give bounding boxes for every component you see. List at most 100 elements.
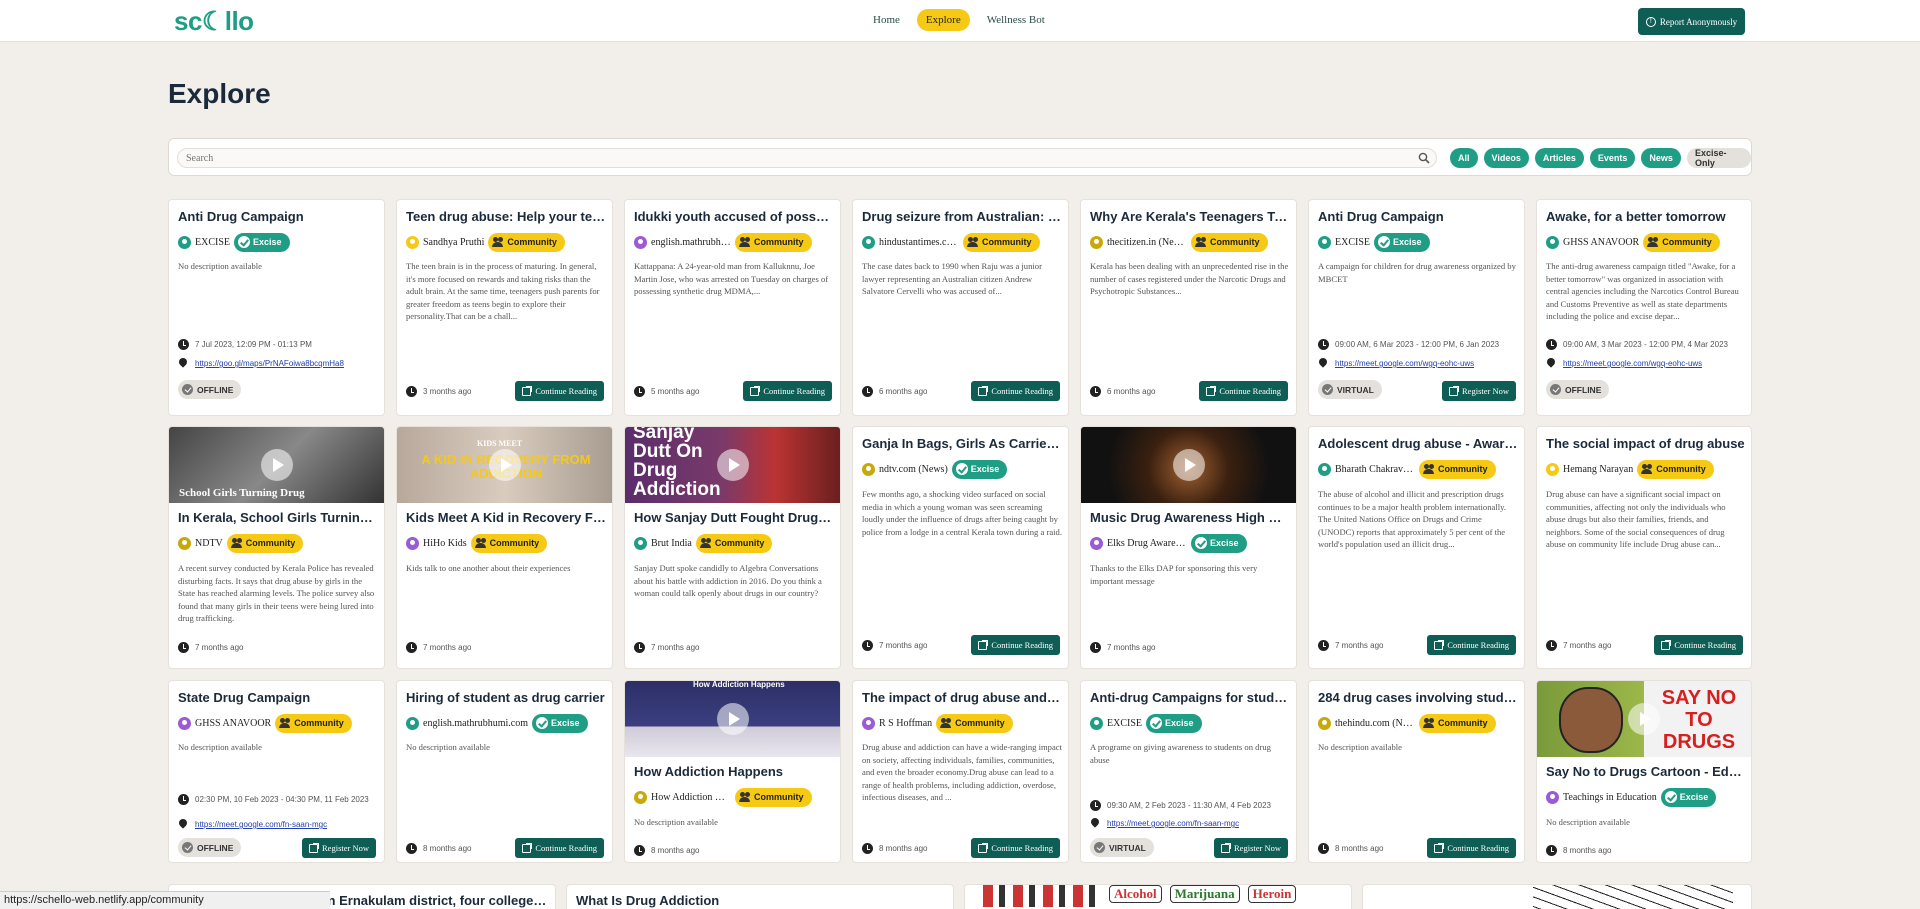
continue-reading-button[interactable]: Continue Reading (1427, 838, 1516, 858)
video-card[interactable]: Sanjay Dutt On Drug Addiction How Sanjay… (624, 426, 841, 669)
event-card[interactable]: Anti Drug Campaign EXCISE Excise A campai… (1308, 199, 1525, 416)
card-title: Anti-drug Campaigns for students (1090, 690, 1290, 705)
browser-status-bar: https://schello-web.netlify.app/communit… (0, 891, 330, 909)
video-thumbnail[interactable]: KIDS MEET A KID IN RECOVERY FROM ADDICTI… (397, 427, 612, 503)
external-link-icon (1206, 385, 1217, 396)
nav-home[interactable]: Home (864, 9, 909, 31)
search-icon[interactable] (1418, 152, 1430, 164)
video-thumbnail[interactable]: How Addiction Happens (625, 681, 840, 757)
location-link[interactable]: https://goo.gl/maps/PrNAFoiwa8bcqmHa8 (195, 359, 344, 368)
external-link-icon (522, 842, 533, 853)
continue-reading-button[interactable]: Continue Reading (1654, 635, 1743, 655)
report-label: Report Anonymously (1659, 16, 1738, 27)
clock-icon (178, 339, 189, 350)
event-card[interactable]: Anti Drug Campaign EXCISE Excise No descr… (168, 199, 385, 416)
event-card[interactable]: State Drug Campaign GHSS ANAVOOR Communit… (168, 680, 385, 863)
video-card[interactable]: SAY NO TO DRUGS Say No to Drugs Cartoon … (1536, 680, 1752, 863)
filter-articles[interactable]: Articles (1534, 148, 1584, 168)
location-link[interactable]: https://meet.google.com/fn-saan-mgc (1107, 819, 1239, 828)
filter-news[interactable]: News (1641, 148, 1681, 168)
card-description: No description available (178, 261, 262, 271)
card-source: Sandhya Pruthi Community (406, 232, 565, 252)
event-card[interactable]: Anti-drug Campaigns for students EXCISE E… (1080, 680, 1297, 863)
video-card[interactable]: School Girls Turning Drug In Kerala, Sch… (168, 426, 385, 669)
filter-videos[interactable]: Videos (1483, 148, 1529, 168)
play-icon[interactable] (716, 449, 749, 481)
continue-reading-button[interactable]: Continue Reading (971, 635, 1060, 655)
filter-excise-only[interactable]: Excise-Only (1686, 148, 1751, 168)
report-anonymously-button[interactable]: ! Report Anonymously (1638, 8, 1745, 35)
card-time: 6 months ago (1090, 386, 1155, 397)
continue-reading-button[interactable]: Continue Reading (1427, 635, 1516, 655)
video-card[interactable]: How Addiction Happens How Addiction Happ… (624, 680, 841, 863)
continue-reading-button[interactable]: Continue Reading (971, 838, 1060, 858)
article-card[interactable]: The social impact of drug abuse Hemang N… (1536, 426, 1752, 669)
location-pin-icon (178, 358, 189, 369)
article-card[interactable]: 284 drug cases involving students thehin… (1308, 680, 1525, 863)
article-card[interactable]: The impact of drug abuse and addiction o… (852, 680, 1069, 863)
continue-reading-button[interactable]: Continue Reading (971, 381, 1060, 401)
card-description: The teen brain is in the process of matu… (406, 261, 600, 321)
article-card[interactable]: Drug seizure from Australian: Kerala law… (852, 199, 1069, 416)
card-description: Kerala has been dealing with an unpreced… (1090, 261, 1289, 296)
location-link[interactable]: https://meet.google.com/fn-saan-mgc (195, 820, 327, 829)
video-thumbnail[interactable]: Sanjay Dutt On Drug Addiction (625, 427, 840, 503)
play-icon[interactable] (488, 449, 521, 481)
card-location: https://goo.gl/maps/PrNAFoiwa8bcqmHa8 (178, 358, 344, 369)
article-card[interactable]: Idukki youth accused of possessing drugs… (624, 199, 841, 416)
avatar (406, 235, 419, 249)
filter-events[interactable]: Events (1589, 148, 1636, 168)
card-title: 284 drug cases involving students (1318, 690, 1518, 705)
article-card[interactable]: Teen drug abuse: Help your teen avoid dr… (396, 199, 613, 416)
card-description: No description available (178, 742, 262, 752)
card-title: Ganja In Bags, Girls As Carriers: Kerala… (862, 436, 1062, 451)
play-icon[interactable] (716, 703, 749, 735)
register-now-button[interactable]: Register Now (1214, 838, 1288, 858)
search-input[interactable] (177, 148, 1437, 168)
video-thumbnail[interactable]: School Girls Turning Drug (169, 427, 384, 503)
play-icon[interactable] (1628, 703, 1660, 735)
video-thumbnail[interactable]: SAY NO TO DRUGS (1537, 681, 1751, 757)
location-pin-icon (178, 819, 189, 830)
video-card[interactable]: Music Drug Awareness High School Elks Dr… (1080, 426, 1297, 669)
video-card[interactable]: KIDS MEET A KID IN RECOVERY FROM ADDICTI… (396, 426, 613, 669)
card-source: GHSS ANAVOOR Community (1546, 232, 1720, 252)
card-source: EXCISE Excise (178, 232, 290, 252)
avatar (1318, 462, 1331, 476)
article-card[interactable]: Hiring of student as drug carrier englis… (396, 680, 613, 863)
continue-reading-button[interactable]: Continue Reading (743, 381, 832, 401)
card-title: Teen drug abuse: Help your teen avoid dr… (406, 209, 606, 224)
video-thumbnail[interactable]: Alcohol Marijuana Heroin (983, 885, 1333, 909)
register-now-button[interactable]: Register Now (302, 838, 376, 858)
clock-icon (1318, 843, 1329, 854)
filter-all[interactable]: All (1450, 148, 1478, 168)
article-card[interactable]: What Is Drug Addiction (566, 884, 954, 909)
location-link[interactable]: https://meet.google.com/wgq-eohc-uws (1563, 359, 1702, 368)
event-card[interactable]: Awake, for a better tomorrow GHSS ANAVOO… (1536, 199, 1752, 416)
excise-badge: Excise (234, 232, 290, 252)
play-icon[interactable] (1172, 449, 1205, 481)
article-card[interactable]: Ganja In Bags, Girls As Carriers: Kerala… (852, 426, 1069, 669)
continue-reading-button[interactable]: Continue Reading (515, 381, 604, 401)
video-card[interactable]: Alcohol Marijuana Heroin (964, 884, 1352, 909)
continue-reading-button[interactable]: Continue Reading (1199, 381, 1288, 401)
continue-reading-button[interactable]: Continue Reading (515, 838, 604, 858)
article-card[interactable]: Adolescent drug abuse - Awareness and pr… (1308, 426, 1525, 669)
nav-explore[interactable]: Explore (916, 9, 970, 31)
card-description: Thanks to the Elks DAP for sponsoring th… (1090, 563, 1258, 586)
card-time: 7 months ago (634, 642, 699, 653)
video-thumbnail[interactable] (1533, 885, 1733, 909)
community-badge: Community (735, 232, 812, 252)
nav-wellness-bot[interactable]: Wellness Bot (978, 9, 1054, 31)
logo[interactable]: sc☾llo (174, 6, 254, 37)
article-card[interactable]: Why Are Kerala's Teenagers Turning to Dr… (1080, 199, 1297, 416)
card-title: What Is Drug Addiction (576, 893, 720, 908)
people-icon (940, 717, 952, 729)
card-title: How Sanjay Dutt Fought Drug Addiction (634, 510, 834, 525)
card-source: hindustantimes.com Community (862, 232, 1040, 252)
play-icon[interactable] (260, 449, 293, 481)
video-thumbnail[interactable] (1081, 427, 1296, 503)
location-link[interactable]: https://meet.google.com/wgq-eohc-uws (1335, 359, 1474, 368)
video-card[interactable] (1362, 884, 1752, 909)
register-now-button[interactable]: Register Now (1442, 381, 1516, 401)
